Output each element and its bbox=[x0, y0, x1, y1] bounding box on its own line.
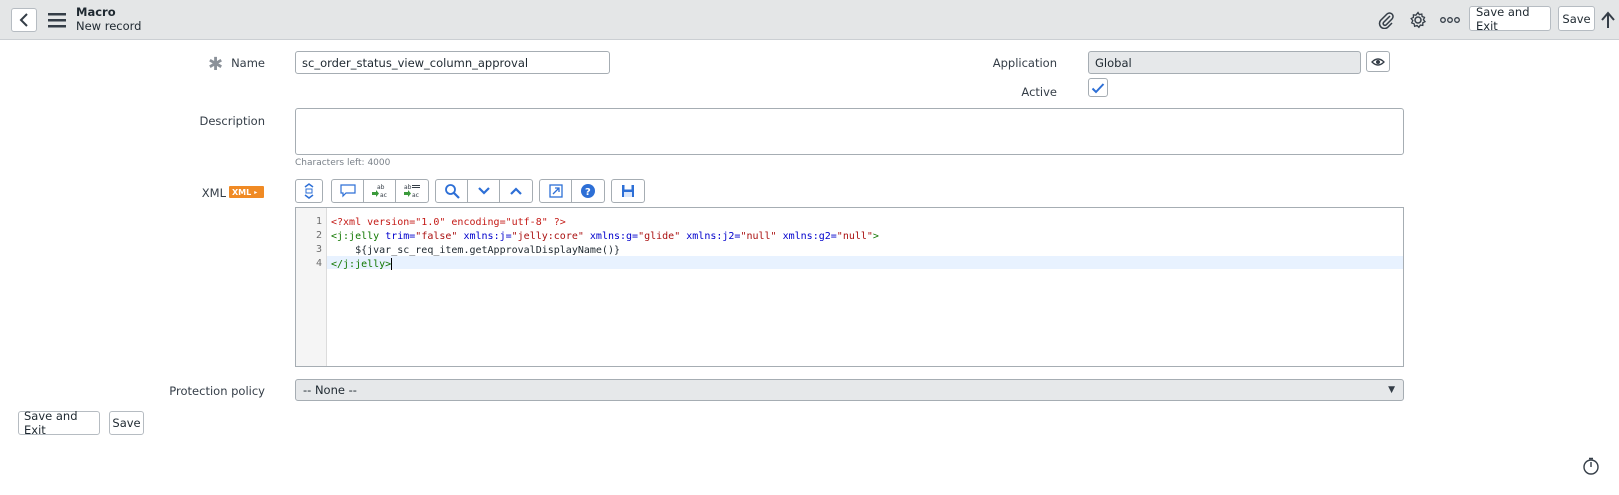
scroll-up-icon[interactable] bbox=[1600, 9, 1616, 31]
svg-text:ab: ab bbox=[404, 184, 412, 191]
chevron-up-icon bbox=[510, 187, 522, 195]
active-line-highlight bbox=[327, 256, 1403, 269]
code-line-3: ${jvar_sc_req_item.getApprovalDisplayNam… bbox=[331, 245, 620, 256]
xml-badge: XML ▸ bbox=[229, 186, 264, 198]
fullscreen-button[interactable] bbox=[540, 180, 572, 202]
hamburger-menu-icon[interactable] bbox=[48, 12, 66, 28]
response-time-icon[interactable] bbox=[1582, 457, 1600, 475]
xml-badge-text: XML bbox=[232, 187, 252, 197]
active-label: Active bbox=[1021, 85, 1057, 99]
line-number: 1 bbox=[315, 216, 322, 227]
line-number: 2 bbox=[315, 230, 322, 241]
line-number-gutter: 1 2 3 4 bbox=[296, 208, 327, 366]
svg-text:?: ? bbox=[585, 187, 591, 198]
attachment-icon[interactable] bbox=[1375, 9, 1397, 31]
chevron-left-icon bbox=[19, 13, 28, 27]
description-textarea[interactable] bbox=[295, 108, 1404, 155]
svg-text:ab: ab bbox=[377, 184, 385, 191]
editor-toolbar-group-3 bbox=[435, 179, 533, 203]
protection-policy-select[interactable]: -- None -- ▼ bbox=[295, 379, 1404, 401]
code-line-2: <j:jelly trim="false" xmlns:j="jelly:cor… bbox=[331, 231, 879, 242]
view-application-button[interactable] bbox=[1366, 51, 1390, 72]
header-save-button[interactable]: Save bbox=[1558, 6, 1595, 31]
name-input[interactable]: sc_order_status_view_column_approval bbox=[295, 51, 610, 74]
help-icon: ? bbox=[581, 184, 595, 198]
application-label: Application bbox=[992, 56, 1057, 70]
code-line-4-text: </j:jelly> bbox=[331, 259, 392, 270]
line-number: 3 bbox=[315, 244, 322, 255]
name-label: Name bbox=[231, 56, 265, 70]
line-number: 4 bbox=[315, 258, 322, 269]
protection-policy-label: Protection policy bbox=[169, 384, 265, 398]
application-field: Global bbox=[1088, 51, 1361, 74]
footer-save-and-exit-button[interactable]: Save and Exit bbox=[18, 409, 100, 437]
replace-all-icon: abac bbox=[404, 184, 420, 199]
editor-toolbar-group-2: ab ac ab ac bbox=[331, 179, 429, 203]
editor-toolbar-group-1 bbox=[295, 179, 323, 203]
characters-left: Characters left: 4000 bbox=[295, 158, 391, 168]
footer-save-button[interactable]: Save bbox=[109, 411, 144, 435]
more-options-icon[interactable] bbox=[1439, 9, 1461, 31]
save-script-button[interactable] bbox=[612, 180, 644, 202]
syntax-toggle-icon bbox=[304, 183, 314, 199]
eye-icon bbox=[1371, 57, 1385, 66]
replace-all-button[interactable]: ab ac bbox=[396, 180, 428, 202]
find-next-button[interactable] bbox=[468, 180, 500, 202]
replace-button[interactable]: ab ac bbox=[364, 180, 396, 202]
comment-icon bbox=[339, 184, 356, 198]
search-icon bbox=[444, 184, 460, 199]
active-checkbox[interactable] bbox=[1088, 78, 1108, 97]
xml-label: XML bbox=[201, 186, 226, 200]
expand-icon bbox=[548, 184, 563, 198]
dropdown-arrow-icon: ▼ bbox=[1388, 385, 1395, 395]
svg-text:ac: ac bbox=[412, 192, 419, 199]
chevron-down-icon bbox=[477, 187, 490, 195]
description-label: Description bbox=[199, 114, 266, 128]
protection-policy-value: -- None -- bbox=[303, 383, 357, 397]
back-button[interactable] bbox=[11, 8, 37, 32]
gear-icon[interactable] bbox=[1407, 9, 1429, 31]
editor-toolbar-group-4: ? bbox=[539, 179, 605, 203]
header-save-and-exit-button[interactable]: Save and Exit bbox=[1469, 5, 1551, 33]
text-cursor bbox=[391, 258, 393, 270]
code-line-1: <?xml version="1.0" encoding="utf-8" ?> bbox=[331, 217, 566, 228]
editor-toolbar-group-5 bbox=[611, 179, 645, 203]
floppy-disk-icon bbox=[622, 185, 634, 197]
code-line-4: </j:jelly> bbox=[331, 258, 393, 271]
help-button[interactable]: ? bbox=[572, 180, 604, 202]
find-previous-button[interactable] bbox=[500, 180, 532, 202]
toggle-syntax-button[interactable] bbox=[296, 180, 322, 202]
search-button[interactable] bbox=[436, 180, 468, 202]
record-title: Macro New record bbox=[76, 5, 141, 33]
form-title: Macro bbox=[76, 5, 116, 19]
comment-button[interactable] bbox=[332, 180, 364, 202]
checkmark-icon bbox=[1091, 82, 1105, 93]
xml-code-editor[interactable]: 1 2 3 4 <?xml version="1.0" encoding="ut… bbox=[295, 207, 1404, 367]
replace-icon: abac bbox=[371, 184, 387, 199]
form-header: Macro New record Save and Exit Save bbox=[0, 0, 1619, 40]
form-subtitle: New record bbox=[76, 19, 142, 33]
badge-arrow-icon: ▸ bbox=[254, 188, 258, 196]
svg-text:ac: ac bbox=[380, 192, 387, 199]
